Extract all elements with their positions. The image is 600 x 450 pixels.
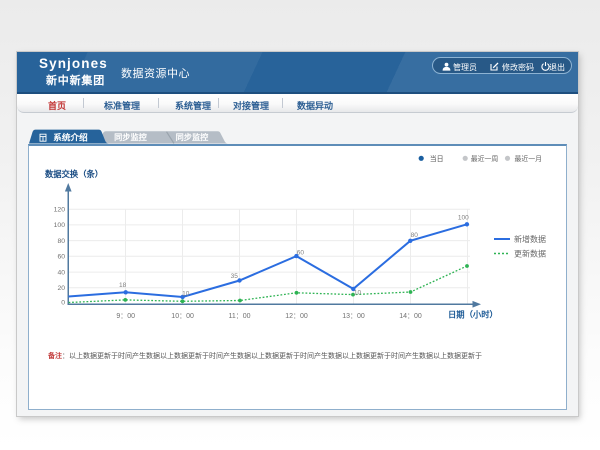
svg-text:80: 80 [411,232,419,239]
svg-text:80: 80 [57,238,65,245]
svg-text:100: 100 [54,222,66,229]
svg-text:10：00: 10：00 [171,313,194,320]
svg-text:14：00: 14：00 [399,313,422,320]
svg-text:新增数据: 新增数据 [514,234,546,244]
svg-text:11：00: 11：00 [228,313,250,320]
svg-text:13：00: 13：00 [342,313,365,320]
svg-text:60: 60 [297,249,305,256]
svg-text:当日: 当日 [430,154,444,163]
svg-text:100: 100 [458,215,469,222]
svg-text:40: 40 [57,269,65,276]
svg-text:9：00: 9：00 [116,313,135,320]
svg-text:更新数据: 更新数据 [514,248,546,258]
svg-text:数据交换（条）: 数据交换（条） [45,169,103,179]
svg-text:12：00: 12：00 [285,313,308,320]
svg-text:60: 60 [57,254,65,261]
svg-text:同步监控: 同步监控 [114,132,148,142]
svg-text:系统介绍: 系统介绍 [53,132,88,143]
svg-text:最近一周: 最近一周 [471,154,499,163]
svg-text:0: 0 [61,300,65,307]
svg-text:35: 35 [231,273,239,280]
svg-text:10: 10 [354,290,362,297]
svg-text:18: 18 [119,282,127,289]
svg-text:日期（小时）: 日期（小时） [448,310,498,320]
svg-text:10: 10 [182,290,190,297]
svg-text:最近一月: 最近一月 [515,154,543,163]
svg-text:20: 20 [57,285,65,292]
svg-text:同步监控: 同步监控 [176,132,210,142]
svg-text:120: 120 [54,206,66,213]
